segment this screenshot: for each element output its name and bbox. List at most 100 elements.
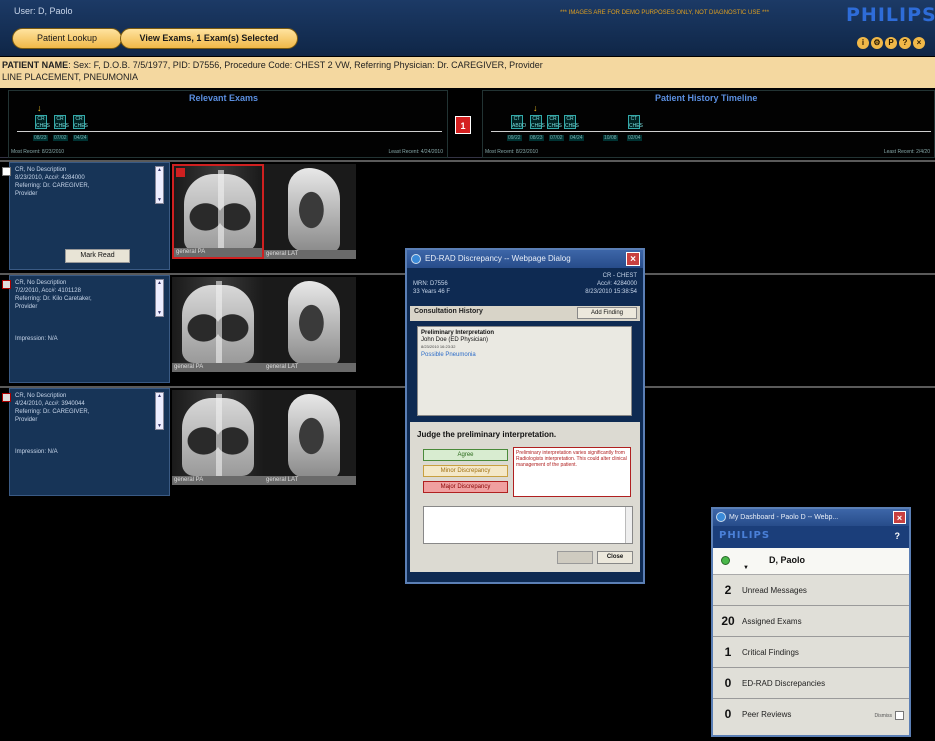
consultation-toolbar: Consultation History Add Finding	[410, 306, 640, 321]
timeline-exam-marker[interactable]: CR CHES	[54, 115, 69, 129]
prelim-finding-link[interactable]: Possible Pneumonia	[421, 352, 628, 358]
item-count: 20	[721, 614, 735, 628]
exam-impression: Impression: N/A	[15, 336, 58, 342]
item-label: Assigned Exams	[742, 617, 802, 626]
dashboard-username: D, Paolo	[769, 555, 806, 565]
image-label: general LAT	[264, 363, 356, 372]
exam-description-scrollbar[interactable]	[155, 279, 164, 317]
timeline-exam-marker[interactable]: CT ABDO	[511, 115, 526, 129]
timeline-area: Relevant Exams ↓ CR CHES CR CHES CR CHES 08…	[0, 90, 935, 158]
timeline-axis	[491, 131, 931, 132]
prelim-date: 8/23/2010 16:23:32	[421, 344, 456, 349]
close-icon[interactable]: ×	[913, 37, 925, 49]
timeline-exam-marker[interactable]: CR CHES	[564, 115, 579, 129]
print-icon[interactable]: P	[885, 37, 897, 49]
user-label: User: D, Paolo	[14, 6, 73, 16]
dismiss-checkbox[interactable]	[895, 711, 904, 720]
info-icon[interactable]: i	[857, 37, 869, 49]
exam-count-badge[interactable]: 1	[455, 116, 471, 134]
exam-flag-icon[interactable]	[2, 280, 11, 289]
timeline-exam-marker[interactable]: CR CHES	[35, 115, 50, 129]
major-discrepancy-button[interactable]: Major Discrepancy	[423, 481, 508, 493]
ed-rad-discrepancy-dialog: ED-RAD Discrepancy -- Webpage Dialog × M…	[405, 248, 645, 584]
dialog-age: 33 Years 46 F	[413, 289, 451, 295]
tab-patient-lookup[interactable]: Patient Lookup	[12, 28, 122, 49]
item-count: 1	[724, 645, 732, 659]
exam-select-checkbox[interactable]	[2, 167, 11, 176]
image-label: general PA	[174, 248, 262, 257]
relevant-exams-title: Relevant Exams	[189, 93, 259, 103]
item-label: Unread Messages	[742, 586, 807, 595]
minor-discrepancy-button[interactable]: Minor Discrepancy	[423, 465, 508, 477]
dialog-close-icon[interactable]: ×	[626, 252, 640, 266]
arrow-down-icon: ↓	[37, 103, 42, 113]
lateral-xray-image	[288, 281, 340, 365]
philips-logo: PHILIPS	[719, 530, 771, 541]
timeline-date: 07/02	[53, 135, 68, 141]
major-discrepancy-description: Preliminary interpretation varies signif…	[513, 447, 631, 497]
settings-icon[interactable]: ⚙	[871, 37, 883, 49]
selected-marker	[176, 168, 185, 177]
exam-description-scrollbar[interactable]	[155, 166, 164, 204]
exam-info-panel: CR, No Description 4/24/2010, Acc#: 3940…	[2, 388, 170, 496]
item-label: Peer Reviews	[742, 710, 792, 719]
dismiss-label: Dismiss	[874, 713, 893, 719]
tab-view-exams[interactable]: View Exams, 1 Exam(s) Selected	[120, 28, 298, 49]
timeline-axis	[17, 131, 442, 132]
history-timeline-title: Patient History Timeline	[655, 93, 758, 103]
exam-flag-icon[interactable]	[2, 393, 11, 402]
dashboard-user-row[interactable]: ▼ D, Paolo	[713, 548, 909, 575]
dialog-datetime: 8/23/2010 15:38:54	[585, 289, 637, 295]
dialog-mrn: MRN: D7556	[413, 281, 448, 287]
textarea-scrollbar[interactable]	[625, 507, 632, 543]
xray-thumbnail-lat[interactable]: general LAT	[264, 164, 356, 259]
dashboard-item-unread-messages[interactable]: 2 Unread Messages	[713, 576, 909, 606]
help-icon[interactable]: ?	[899, 37, 911, 49]
dashboard-brand-bar: PHILIPS ?	[713, 526, 909, 548]
dashboard-close-icon[interactable]: ×	[893, 511, 906, 524]
xray-thumbnail-lat[interactable]: general LAT	[264, 277, 356, 372]
dashboard-title-bar[interactable]: My Dashboard - Paolo D -- Webp... ×	[713, 509, 909, 526]
dialog-title-bar[interactable]: ED-RAD Discrepancy -- Webpage Dialog ×	[407, 250, 643, 268]
exam-description-scrollbar[interactable]	[155, 392, 164, 430]
history-timeline-panel: Patient History Timeline ↓ CT ABDO CR CHES…	[482, 90, 935, 158]
comment-textarea[interactable]	[423, 506, 633, 544]
chevron-down-icon[interactable]: ▼	[743, 565, 749, 571]
mark-read-button[interactable]: Mark Read	[65, 249, 130, 263]
dashboard-item-assigned-exams[interactable]: 20 Assigned Exams	[713, 607, 909, 637]
lateral-xray-image	[288, 394, 340, 478]
timeline-date: 09/22	[507, 135, 522, 141]
patient-details: : Sex: F, D.O.B. 7/5/1977, PID: D7556, P…	[68, 60, 543, 70]
top-bar: User: D, Paolo *** IMAGES ARE FOR DEMO P…	[0, 0, 935, 56]
agree-button[interactable]: Agree	[423, 449, 508, 461]
dialog-title: ED-RAD Discrepancy -- Webpage Dialog	[425, 254, 571, 263]
my-dashboard-window: My Dashboard - Paolo D -- Webp... × PHIL…	[711, 507, 911, 737]
consultation-history-box: Preliminary Interpretation John Doe (ED …	[417, 326, 632, 416]
xray-thumbnail-pa[interactable]: general PA	[172, 390, 264, 485]
help-icon[interactable]: ?	[895, 531, 901, 541]
demo-disclaimer: *** IMAGES ARE FOR DEMO PURPOSES ONLY, N…	[560, 10, 770, 16]
exam-description: CR, No Description 4/24/2010, Acc#: 3940…	[15, 393, 90, 423]
item-count: 0	[724, 676, 732, 690]
judge-panel: Judge the preliminary interpretation. Ag…	[410, 422, 640, 572]
consultation-history-label: Consultation History	[414, 308, 483, 315]
close-button[interactable]: Close	[597, 551, 633, 564]
xray-thumbnail-pa[interactable]: general PA	[172, 277, 264, 372]
timeline-date: 08/23	[529, 135, 544, 141]
xray-thumbnail-lat[interactable]: general LAT	[264, 390, 356, 485]
dashboard-title: My Dashboard - Paolo D -- Webp...	[729, 514, 839, 521]
timeline-exam-marker[interactable]: CR CHES	[530, 115, 545, 129]
dashboard-item-ed-rad-discrepancies[interactable]: 0 ED-RAD Discrepancies	[713, 669, 909, 699]
patient-indication: LINE PLACEMENT, PNEUMONIA	[2, 72, 139, 82]
timeline-exam-marker[interactable]: CR CHES	[547, 115, 562, 129]
dialog-exam-meta: CR - CHEST Acc#: 4284000 8/23/2010 15:38…	[585, 272, 637, 296]
dialog-acc: Acc#: 4284000	[596, 281, 637, 287]
dashboard-item-peer-reviews[interactable]: 0 Peer Reviews Dismiss	[713, 700, 909, 730]
add-finding-button[interactable]: Add Finding	[577, 307, 637, 319]
relevant-exams-panel: Relevant Exams ↓ CR CHES CR CHES CR CHES 08…	[8, 90, 448, 158]
xray-thumbnail-pa[interactable]: general PA	[172, 164, 264, 259]
dashboard-item-critical-findings[interactable]: 1 Critical Findings	[713, 638, 909, 668]
timeline-exam-marker[interactable]: CT CHES	[628, 115, 643, 129]
arrow-down-icon: ↓	[533, 103, 538, 113]
timeline-exam-marker[interactable]: CR CHES	[73, 115, 88, 129]
